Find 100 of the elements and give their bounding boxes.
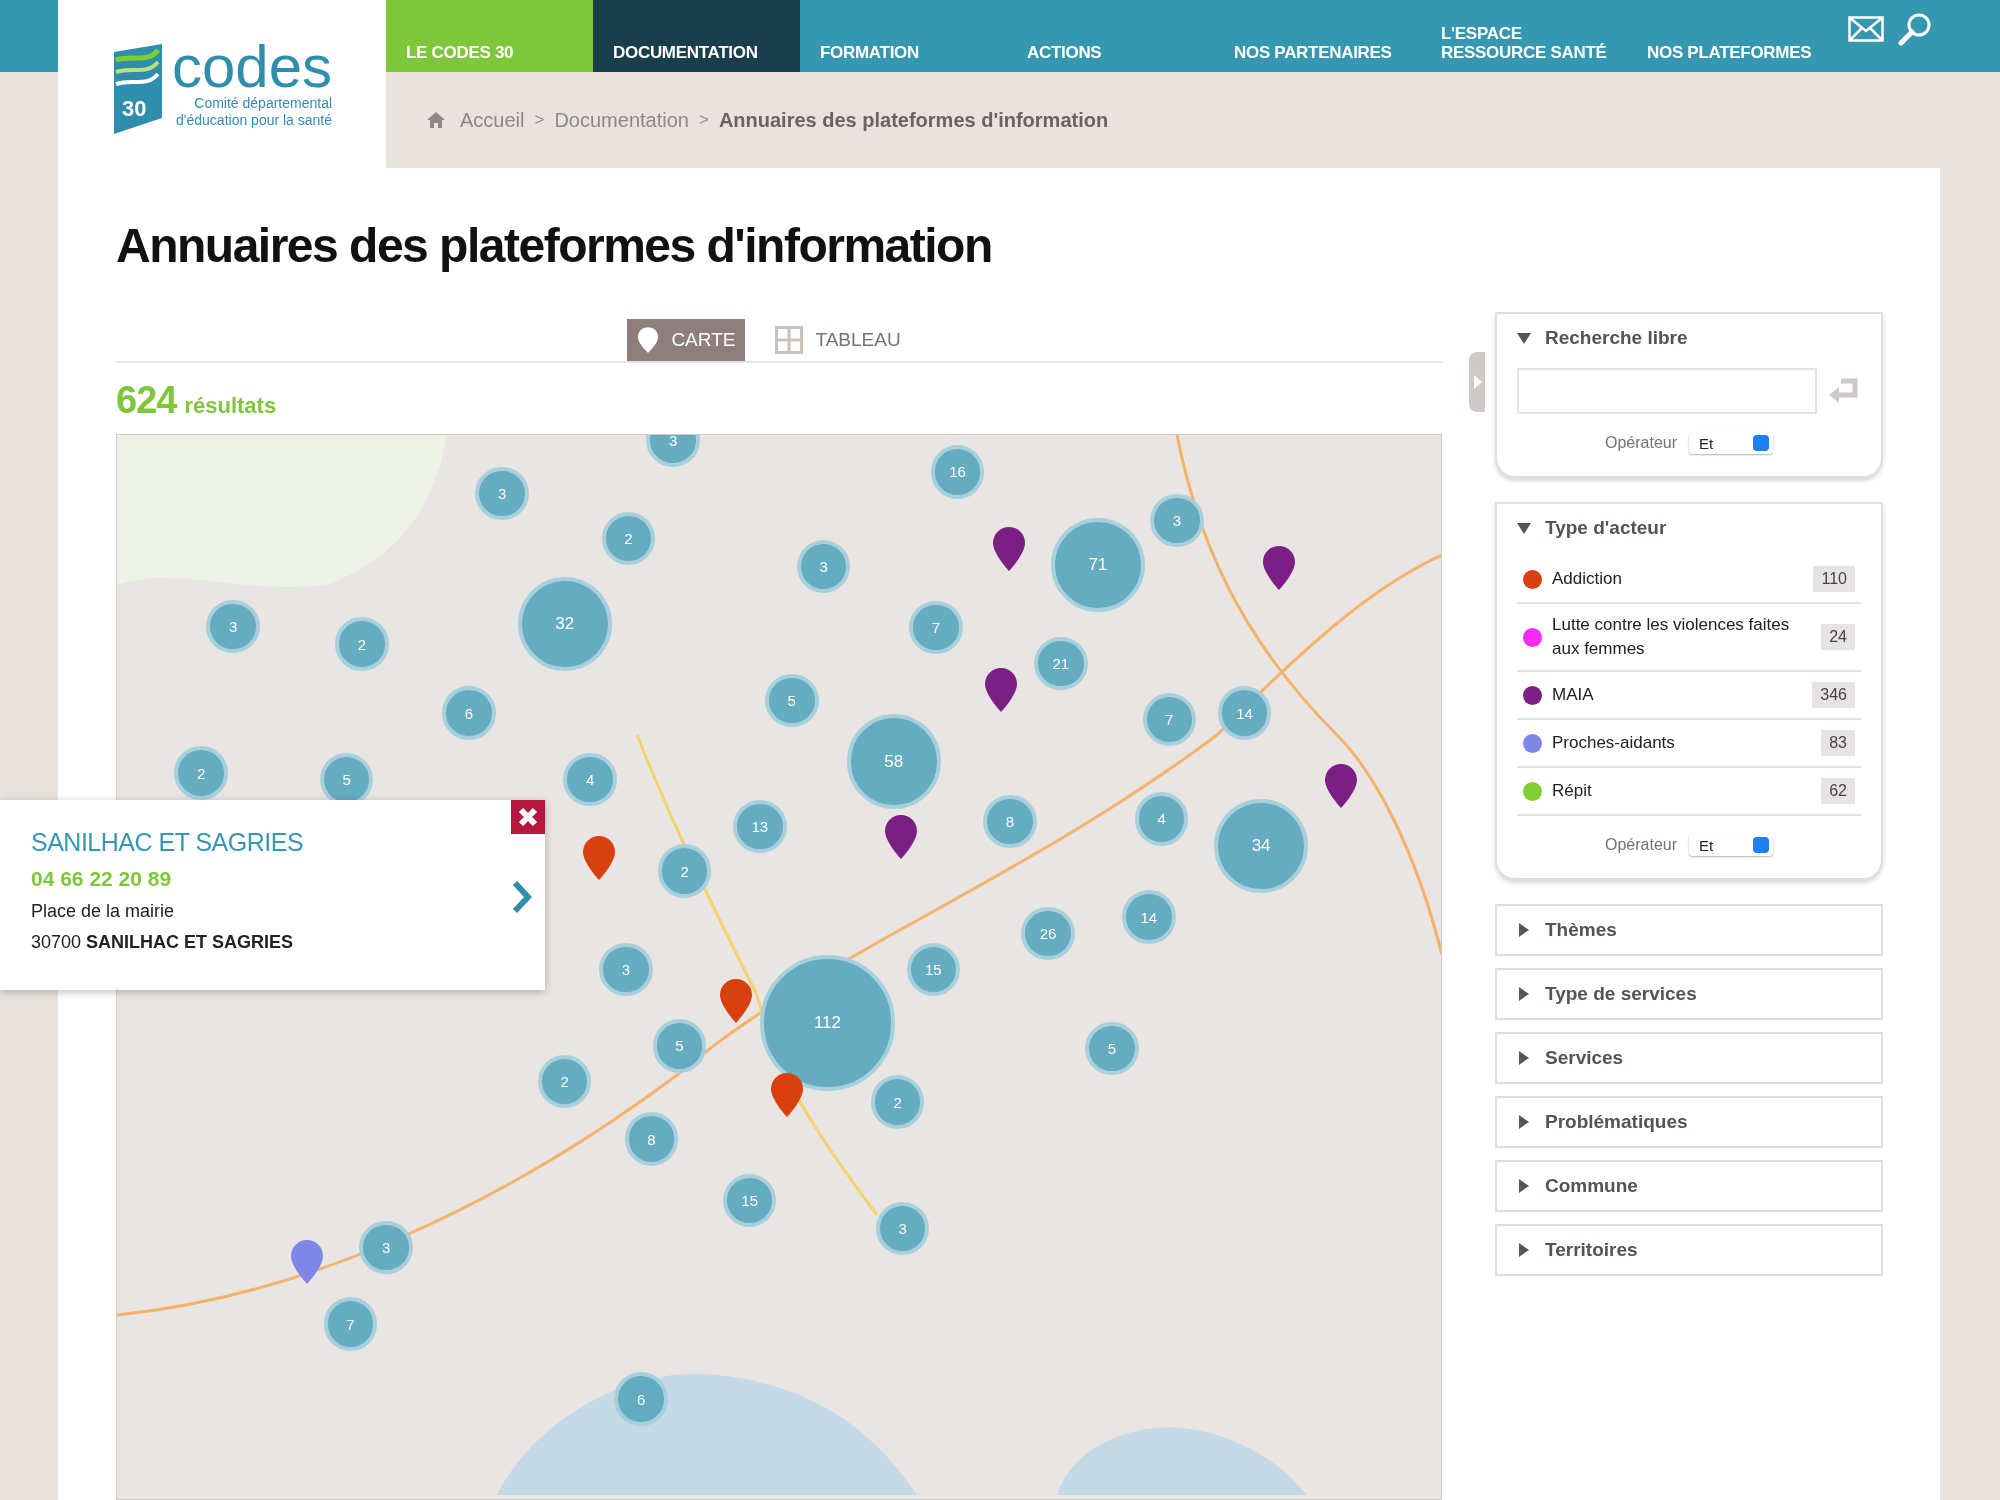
map-marker[interactable] <box>290 1239 325 1286</box>
cluster-marker[interactable]: 26 <box>1021 906 1075 961</box>
cluster-marker[interactable]: 6 <box>442 686 496 740</box>
cluster-marker[interactable]: 8 <box>624 1112 679 1166</box>
legend-label[interactable]: Addiction <box>1552 567 1804 591</box>
cluster-marker[interactable]: 3 <box>646 435 700 467</box>
map-marker[interactable] <box>983 666 1018 713</box>
logo-panel[interactable]: 30 codes Comité départemental d'éducation pour la santé <box>58 0 386 168</box>
triangle-icon <box>1517 1179 1531 1193</box>
count-badge: 346 <box>1812 682 1855 708</box>
breadcrumb-link[interactable]: Documentation <box>554 108 689 132</box>
cluster-marker[interactable]: 8 <box>983 794 1037 849</box>
cluster-marker[interactable]: 4 <box>1134 792 1189 846</box>
nav-item[interactable]: DOCUMENTATION <box>593 0 800 72</box>
cluster-marker[interactable]: 13 <box>733 799 787 854</box>
map-marker[interactable] <box>1261 545 1296 592</box>
cluster-marker[interactable]: 15 <box>906 942 961 997</box>
breadcrumb-link[interactable]: Accueil <box>460 108 525 132</box>
search-field[interactable] <box>1517 368 1817 414</box>
cluster-marker[interactable]: 4 <box>563 752 617 807</box>
cluster-marker[interactable]: 7 <box>323 1297 378 1351</box>
panel-header[interactable]: Services <box>1497 1034 1881 1082</box>
cluster-marker[interactable]: 2 <box>335 617 389 671</box>
logo-wordmark: codes <box>171 39 333 95</box>
panel-header[interactable]: Type d'acteur <box>1497 504 1881 552</box>
panel-header[interactable]: Thèmes <box>1497 906 1881 954</box>
panel-header[interactable]: Commune <box>1497 1162 1881 1210</box>
nav-item[interactable]: L'ESPACE RESSOURCE SANTÉ <box>1421 0 1627 72</box>
result-label: résultats <box>184 393 277 419</box>
cluster-marker[interactable]: 3 <box>359 1220 413 1275</box>
count-badge: 83 <box>1821 730 1855 756</box>
cluster-marker[interactable]: 14 <box>1217 686 1272 740</box>
map-marker[interactable] <box>718 977 753 1024</box>
legend-label[interactable]: Répit <box>1552 779 1812 803</box>
page-title: Annuaires des plateformes d'information <box>116 218 993 274</box>
cluster-marker[interactable]: 3 <box>206 599 260 654</box>
operator-label: Opérateur <box>1604 434 1677 452</box>
operator-label: Opérateur <box>1604 836 1677 854</box>
triangle-icon <box>1517 923 1531 937</box>
map-marker[interactable] <box>769 1072 804 1119</box>
panel-header[interactable]: Territoires <box>1497 1226 1881 1274</box>
cluster-marker[interactable]: 2 <box>537 1054 592 1109</box>
breadcrumb-separator: > <box>698 110 709 130</box>
map-marker[interactable] <box>884 814 919 861</box>
breadcrumb-link[interactable]: Annuaires des plateformes d'information <box>718 108 1109 132</box>
logo-number: 30 <box>121 96 147 122</box>
panel-header[interactable]: Type de services <box>1497 970 1881 1018</box>
cluster-marker[interactable]: 2 <box>870 1075 925 1129</box>
logo-tagline: d'éducation pour la santé <box>176 112 333 129</box>
legend-label[interactable]: Lutte contre les violences faites aux femmes <box>1552 613 1812 661</box>
cluster-marker[interactable]: 5 <box>764 673 819 728</box>
cluster-marker[interactable]: 15 <box>722 1173 777 1228</box>
map-marker[interactable] <box>991 526 1026 573</box>
search-icon[interactable] <box>1898 12 1932 46</box>
legend-label[interactable]: MAIA <box>1552 683 1803 707</box>
cluster-marker[interactable]: 14 <box>1122 890 1176 944</box>
map-marker[interactable] <box>582 834 617 881</box>
operator-select[interactable]: Et <box>1689 432 1773 454</box>
cluster-marker[interactable]: 3 <box>475 466 529 521</box>
panel-header[interactable]: Problématiques <box>1497 1098 1881 1146</box>
cluster-marker[interactable]: 3 <box>875 1201 930 1256</box>
cluster-marker[interactable]: 2 <box>657 844 712 898</box>
triangle-icon <box>1517 1051 1531 1065</box>
mail-icon[interactable] <box>1848 16 1884 42</box>
cluster-marker[interactable]: 3 <box>1150 493 1204 548</box>
count-badge: 62 <box>1821 778 1855 804</box>
cluster-marker[interactable]: 3 <box>796 539 851 594</box>
nav-item[interactable]: NOS PLATEFORMES <box>1627 0 1834 72</box>
breadcrumb-separator: > <box>534 110 545 130</box>
cluster-marker[interactable]: 34 <box>1213 798 1309 893</box>
operator-select[interactable]: Et <box>1689 834 1773 856</box>
map-marker[interactable] <box>1324 763 1359 810</box>
cluster-marker[interactable]: 7 <box>1142 692 1197 747</box>
cluster-marker[interactable]: 2 <box>601 511 656 566</box>
cluster-marker[interactable]: 2 <box>174 746 228 800</box>
home-icon[interactable] <box>426 111 446 129</box>
nav-item[interactable]: FORMATION <box>800 0 1007 72</box>
cluster-marker[interactable]: 5 <box>1085 1021 1139 1076</box>
legend-label[interactable]: Proches-aidants <box>1552 731 1812 755</box>
cluster-marker[interactable]: 5 <box>652 1019 707 1073</box>
nav-item[interactable]: NOS PARTENAIRES <box>1214 0 1421 72</box>
triangle-icon <box>1517 521 1531 535</box>
cluster-marker[interactable]: 16 <box>930 445 985 499</box>
cluster-marker[interactable]: 7 <box>909 600 963 655</box>
collapse-handle[interactable] <box>1469 352 1485 412</box>
cluster-marker[interactable]: 58 <box>846 714 941 809</box>
cluster-marker[interactable]: 21 <box>1034 636 1088 691</box>
cluster-marker[interactable]: 3 <box>599 942 653 997</box>
cluster-marker[interactable]: 32 <box>517 576 612 671</box>
nav-item[interactable]: ACTIONS <box>1007 0 1214 72</box>
view-tab[interactable]: CARTE <box>627 319 746 361</box>
view-tab[interactable]: TABLEAU <box>765 319 911 361</box>
nav-item[interactable]: LE CODES 30 <box>386 0 593 72</box>
cluster-marker[interactable]: 6 <box>614 1372 668 1427</box>
cluster-marker[interactable]: 112 <box>759 955 896 1091</box>
panel-header[interactable]: Recherche libre <box>1497 314 1881 362</box>
chevron-right-icon[interactable] <box>512 880 532 914</box>
close-button[interactable] <box>511 800 545 834</box>
cluster-marker[interactable]: 71 <box>1050 517 1146 613</box>
triangle-icon <box>1517 331 1531 345</box>
